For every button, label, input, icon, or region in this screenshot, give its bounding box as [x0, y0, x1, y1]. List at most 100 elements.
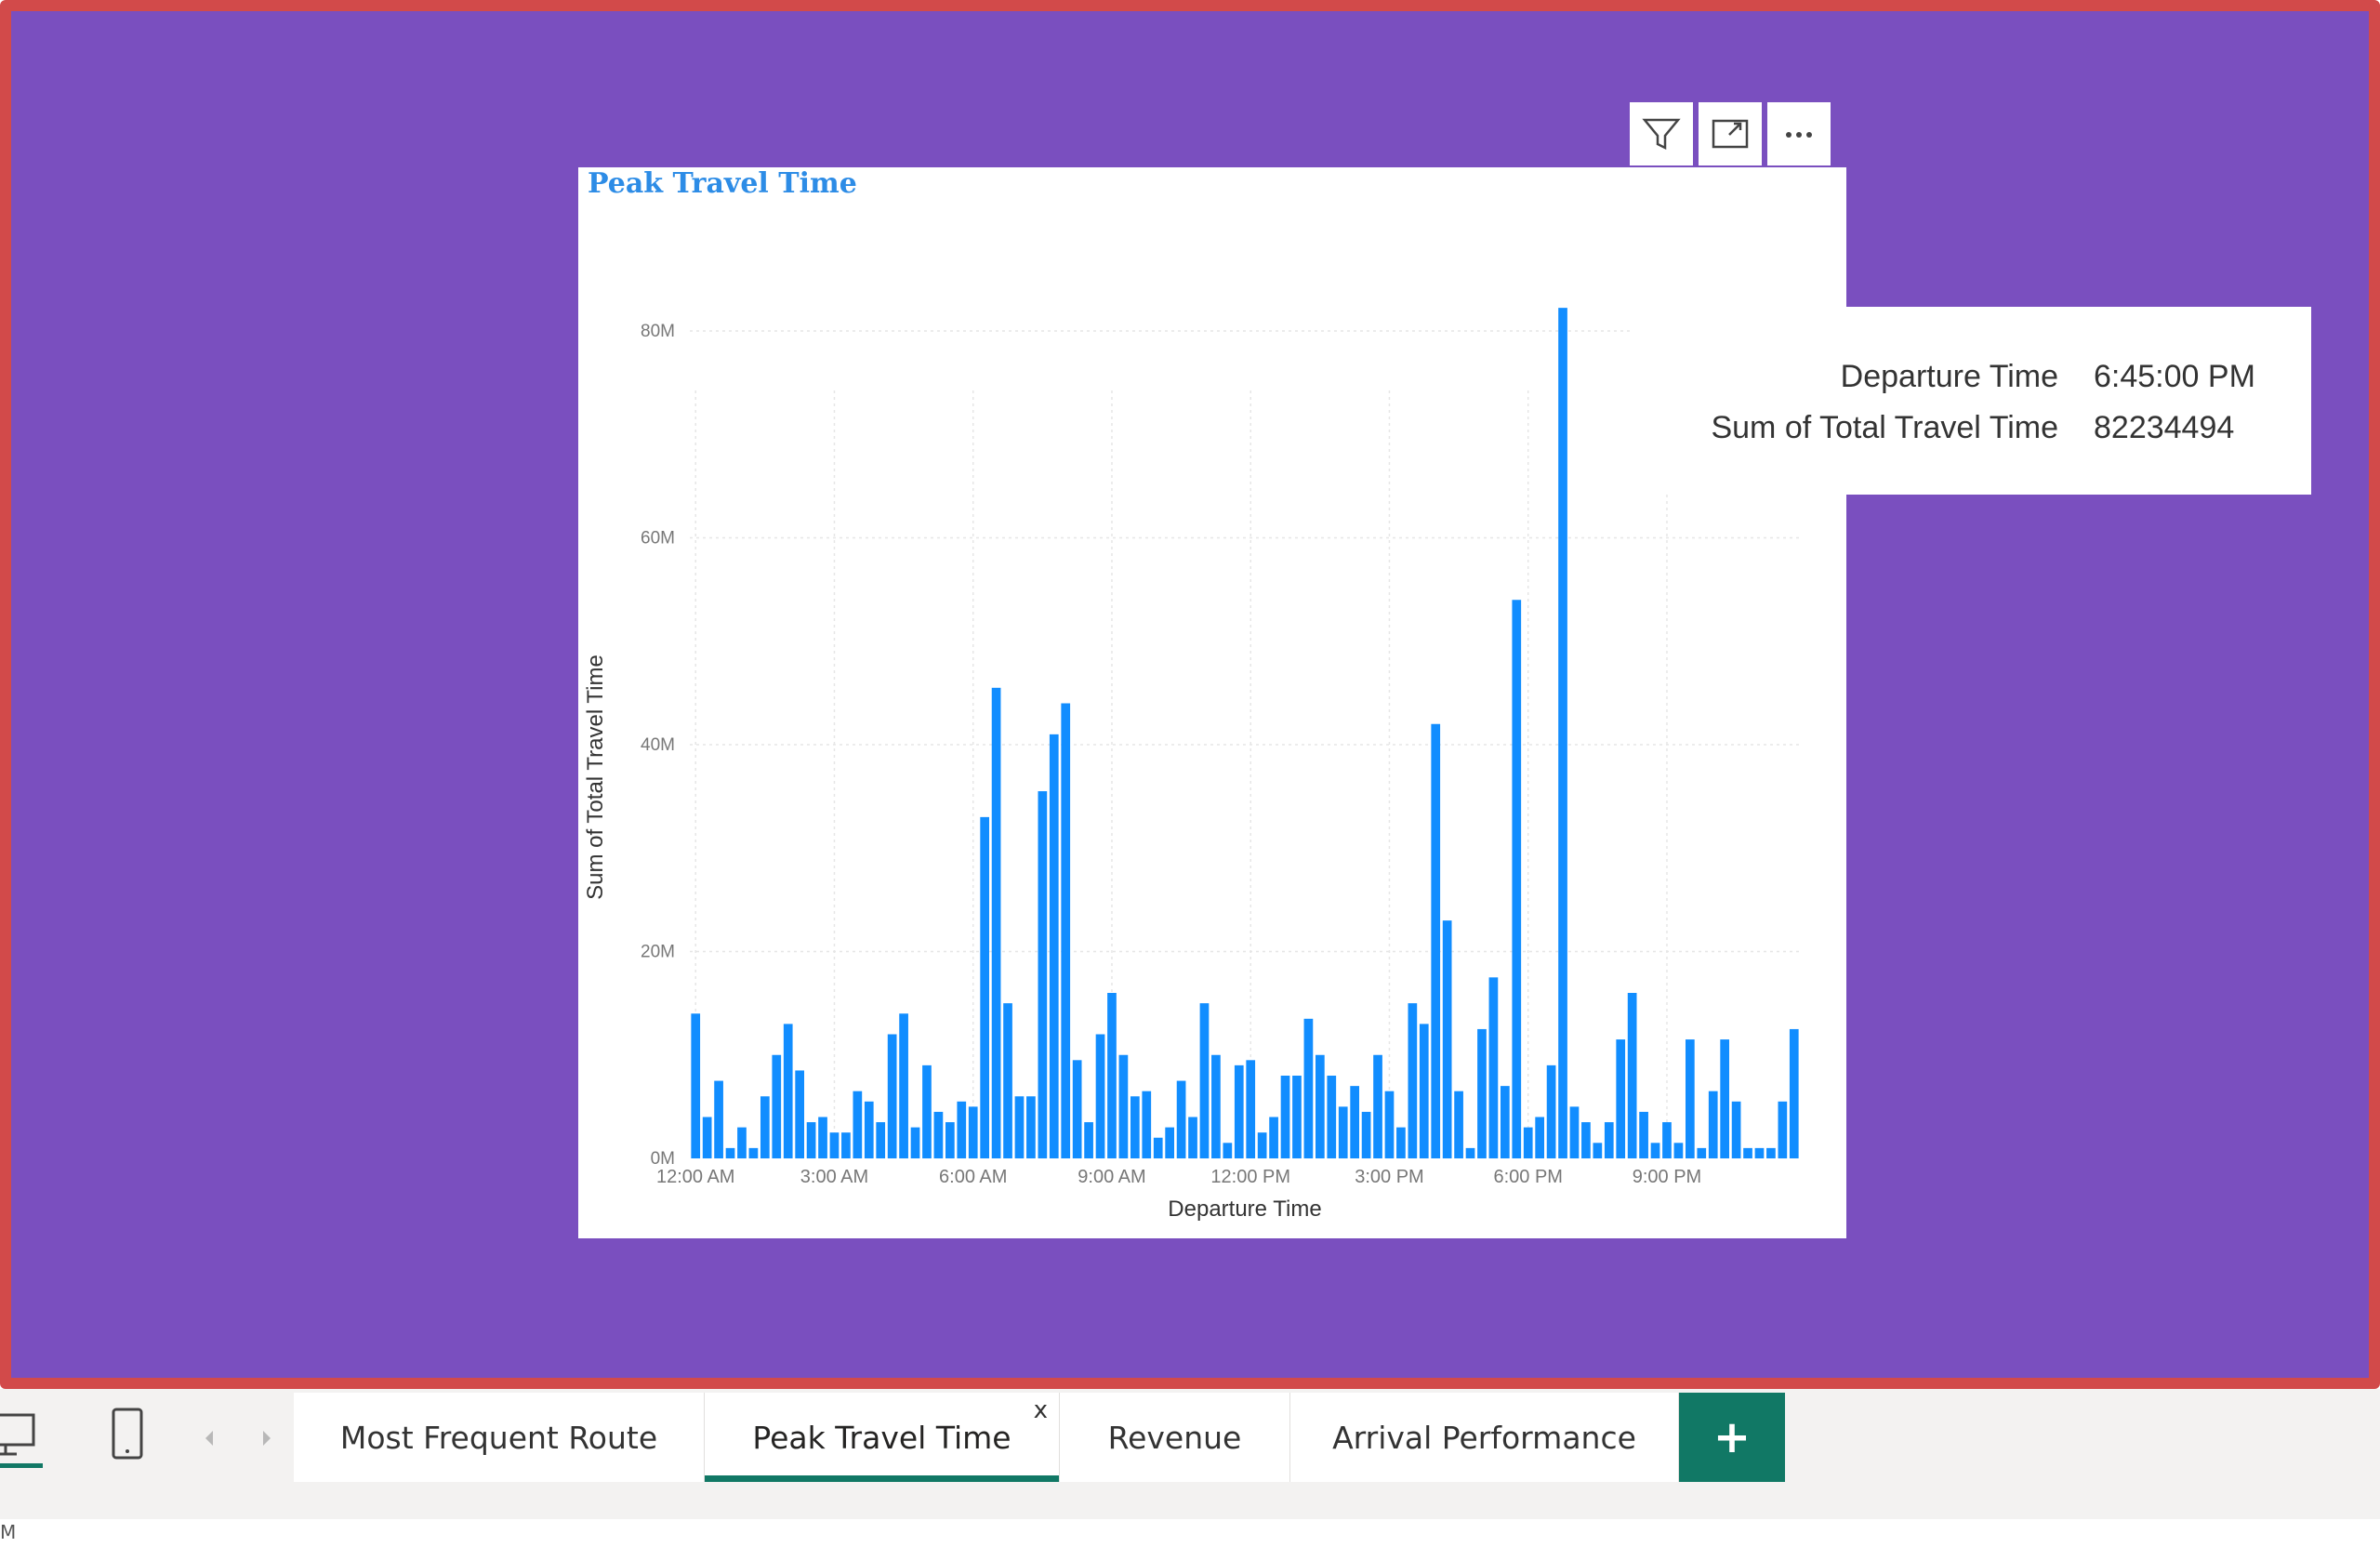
- bar: [714, 1080, 723, 1158]
- y-tick-label: 40M: [641, 735, 675, 755]
- x-tick-label: 12:00 PM: [1210, 1167, 1290, 1187]
- bar: [1130, 1096, 1140, 1158]
- bar: [818, 1117, 827, 1158]
- bar: [772, 1054, 782, 1158]
- tab-label: Peak Travel Time: [752, 1419, 1012, 1456]
- bar: [1153, 1137, 1163, 1158]
- bar: [1327, 1076, 1337, 1158]
- bar: [1766, 1147, 1776, 1158]
- bar: [922, 1064, 932, 1158]
- bar: [1211, 1054, 1221, 1158]
- filter-icon[interactable]: [1630, 102, 1693, 165]
- bar: [841, 1132, 851, 1158]
- desktop-layout-icon[interactable]: [0, 1406, 46, 1471]
- visual-header-toolbar: [1630, 102, 1831, 165]
- bar: [1280, 1076, 1290, 1158]
- bar: [1754, 1147, 1765, 1158]
- tab-peak-travel-time[interactable]: Peak Travel Time x: [705, 1393, 1060, 1482]
- bar: [1361, 1111, 1371, 1158]
- bar: [1026, 1096, 1036, 1158]
- bar: [1003, 1003, 1012, 1158]
- x-tick-label: 6:00 PM: [1493, 1167, 1562, 1187]
- bar: [933, 1111, 944, 1158]
- bar: [1604, 1122, 1614, 1158]
- bar: [1246, 1060, 1256, 1158]
- tab-close-button[interactable]: x: [1034, 1396, 1048, 1424]
- bar: [1778, 1101, 1788, 1158]
- bar: [1072, 1060, 1082, 1158]
- tab-label: Arrival Performance: [1332, 1419, 1636, 1456]
- x-tick-label: 12:00 AM: [656, 1167, 735, 1187]
- bar: [1142, 1091, 1152, 1158]
- bar: [1257, 1132, 1267, 1158]
- tab-revenue[interactable]: Revenue: [1060, 1393, 1290, 1482]
- bar: [1546, 1064, 1556, 1158]
- x-tick-label: 9:00 PM: [1633, 1167, 1701, 1187]
- bar: [691, 1013, 701, 1158]
- bar: [1292, 1076, 1302, 1158]
- data-tooltip: Departure Time 6:45:00 PM Sum of Total T…: [1631, 307, 2311, 495]
- y-axis-label: Sum of Total Travel Time: [583, 654, 608, 900]
- bar: [1477, 1028, 1487, 1158]
- x-tick-label: 6:00 AM: [939, 1167, 1007, 1187]
- bar: [702, 1117, 712, 1158]
- bar: [1038, 791, 1048, 1158]
- bar: [1350, 1086, 1360, 1158]
- active-tab-indicator: [705, 1475, 1059, 1482]
- bar: [887, 1034, 897, 1158]
- bar: [748, 1147, 759, 1158]
- phone-layout-icon[interactable]: [110, 1406, 147, 1465]
- more-options-icon[interactable]: [1767, 102, 1831, 165]
- bar: [945, 1122, 955, 1158]
- bar: [1442, 920, 1452, 1158]
- bar: [1396, 1127, 1406, 1158]
- bar: [1558, 308, 1567, 1158]
- bar: [1095, 1034, 1105, 1158]
- bar: [1338, 1106, 1348, 1158]
- x-tick-label: 3:00 AM: [800, 1167, 868, 1187]
- bar: [1685, 1039, 1695, 1158]
- bar: [968, 1106, 978, 1158]
- bar: [1061, 703, 1071, 1158]
- bar: [1384, 1091, 1395, 1158]
- bar: [1118, 1054, 1129, 1158]
- tooltip-value: 82234494: [2094, 410, 2235, 445]
- bar: [853, 1091, 863, 1158]
- bar: [1419, 1024, 1429, 1158]
- page-tab-bar: Most Frequent Route Peak Travel Time x R…: [0, 1389, 2380, 1519]
- bar: [795, 1070, 805, 1158]
- add-page-button[interactable]: +: [1679, 1393, 1785, 1482]
- bar: [1500, 1086, 1510, 1158]
- bar: [1014, 1096, 1025, 1158]
- bar: [910, 1127, 920, 1158]
- tooltip-label: Sum of Total Travel Time: [1711, 410, 2058, 445]
- x-tick-label: 9:00 AM: [1078, 1167, 1145, 1187]
- bar: [760, 1096, 770, 1158]
- bar: [1523, 1127, 1533, 1158]
- scroll-left-icon[interactable]: [199, 1426, 219, 1450]
- bar: [1408, 1003, 1418, 1158]
- tooltip-row-sum: Sum of Total Travel Time 82234494: [1631, 410, 2311, 447]
- tab-arrival-performance[interactable]: Arrival Performance: [1290, 1393, 1679, 1482]
- bar: [1708, 1091, 1718, 1158]
- scroll-right-icon[interactable]: [257, 1426, 277, 1450]
- focus-mode-icon[interactable]: [1699, 102, 1762, 165]
- tab-most-frequent-route[interactable]: Most Frequent Route: [294, 1393, 705, 1482]
- tooltip-row-departure: Departure Time 6:45:00 PM: [1631, 359, 2311, 396]
- bar: [1454, 1091, 1463, 1158]
- bar: [1084, 1122, 1093, 1158]
- x-axis-label: Departure Time: [1168, 1197, 1321, 1222]
- bar: [899, 1013, 908, 1158]
- bar: [1488, 977, 1499, 1158]
- bar: [1697, 1147, 1707, 1158]
- tooltip-label: Departure Time: [1840, 359, 2058, 394]
- bar: [1431, 723, 1441, 1158]
- bar: [1465, 1147, 1475, 1158]
- bar: [1165, 1127, 1175, 1158]
- tooltip-value: 6:45:00 PM: [2094, 359, 2255, 394]
- tab-label: Most Frequent Route: [339, 1419, 658, 1456]
- bar: [1639, 1111, 1648, 1158]
- bar: [1269, 1117, 1278, 1158]
- bar: [1234, 1064, 1244, 1158]
- bar: [829, 1132, 840, 1158]
